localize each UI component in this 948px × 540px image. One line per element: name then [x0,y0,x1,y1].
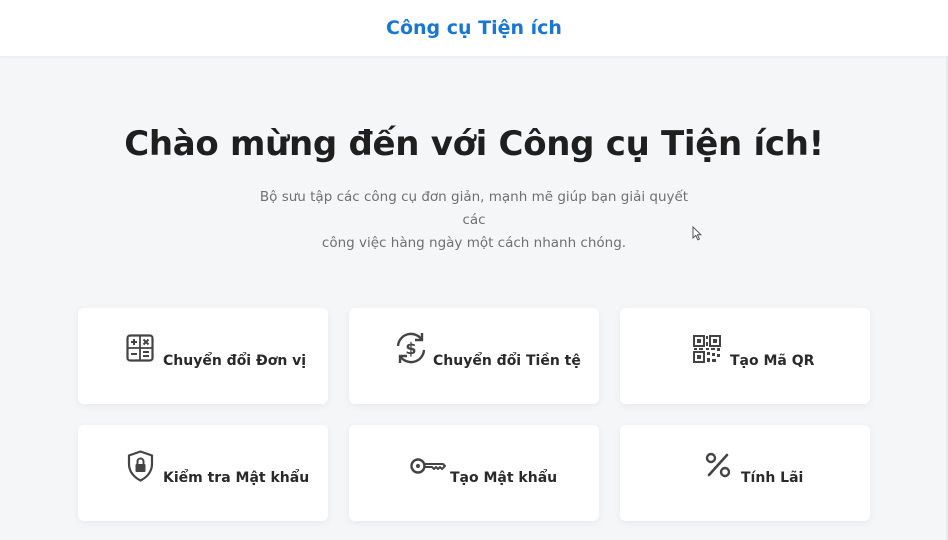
tool-card-label: Tạo Mã QR [730,353,815,369]
tool-card-label: Tính Lãi [741,470,804,486]
mouse-cursor-icon [692,225,703,241]
tool-card-label: Kiểm tra Mật khẩu [163,470,310,486]
top-navbar: Công cụ Tiện ích [0,0,948,56]
tool-card-label: Chuyển đổi Tiền tệ [433,353,581,369]
currency-exchange-icon: $ [393,330,429,366]
tool-card-label: Chuyển đổi Đơn vị [163,353,307,369]
tool-card-qr-generator[interactable]: Tạo Mã QR [620,308,870,404]
tool-card-interest-calculator[interactable]: Tính Lãi [620,425,870,521]
tool-card-currency-converter[interactable]: $ Chuyển đổi Tiền tệ [349,308,599,404]
key-icon [410,456,446,476]
shield-lock-icon [127,450,154,482]
hero-subtitle-line-2: công việc hàng ngày một cách nhanh chóng… [321,235,627,251]
brand-title[interactable]: Công cụ Tiện ích [386,17,562,39]
hero-title: Chào mừng đến với Công cụ Tiện ích! [124,124,824,164]
svg-text:$: $ [405,339,416,358]
percent-icon [705,452,731,478]
qr-code-icon [693,335,721,363]
tool-card-password-generator[interactable]: Tạo Mật khẩu [349,425,599,521]
tool-card-label: Tạo Mật khẩu [450,470,558,486]
calculator-icon [126,334,154,362]
hero-subtitle-line-1: Bộ sưu tập các công cụ đơn giản, mạnh mẽ… [259,189,689,228]
tool-card-unit-converter[interactable]: Chuyển đổi Đơn vị [78,308,328,404]
hero-subtitle: Bộ sưu tập các công cụ đơn giản, mạnh mẽ… [254,186,694,255]
tool-card-password-checker[interactable]: Kiểm tra Mật khẩu [78,425,328,521]
